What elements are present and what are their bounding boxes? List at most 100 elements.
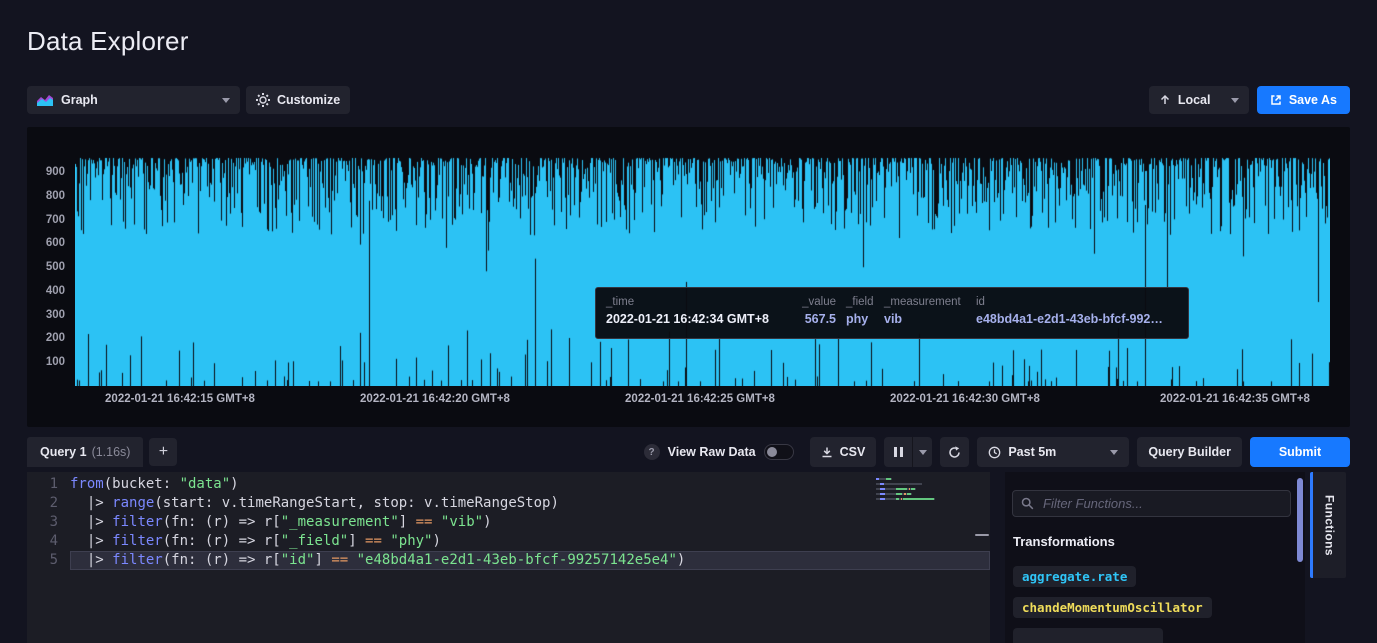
code-token: "phy" [390,533,432,549]
csv-download-button[interactable]: CSV [810,437,877,467]
query-builder-button[interactable]: Query Builder [1137,437,1242,467]
code-token: range [112,495,154,511]
x-tick-label: 2022-01-21 16:42:30 GMT+8 [890,393,1040,405]
code-token: (start: v.timeRangeStart, stop: v.timeRa… [154,495,559,511]
y-tick-label: 700 [27,213,65,227]
functions-list: aggregate.rate chandeMomentumOscillator [1013,566,1212,643]
tooltip-value: 567.5 [788,312,836,326]
code-token: |> [70,495,112,511]
flux-code-editor[interactable]: 1from(bucket: "data")2 |> range(start: v… [27,472,990,643]
view-raw-data-toggle[interactable] [764,444,794,460]
tooltip-column: _measurementvib [884,296,976,330]
y-tick-label: 300 [27,308,65,322]
functions-panel: Transformations aggregate.ratechandeMome… [1005,472,1305,643]
chevron-down-icon [222,98,230,103]
minimap-segment [885,493,896,495]
query-tab-label: Query 1 [40,445,87,459]
y-tick-label: 900 [27,165,65,179]
code-token: "_measurement" [281,514,399,530]
chart-canvas[interactable] [75,150,1330,386]
refresh-button[interactable] [940,437,969,467]
code-text: |> range(start: v.timeRangeStart, stop: … [70,494,990,513]
time-range-label: Past 5m [1008,445,1103,459]
code-token: ) [483,514,491,530]
page-title: Data Explorer [27,26,189,57]
pause-icon [894,447,903,457]
y-tick-label: 200 [27,331,65,345]
query-duration: (1.16s) [92,445,131,459]
save-as-button[interactable]: Save As [1257,86,1350,114]
clock-icon [988,446,1001,459]
timezone-dropdown[interactable]: Local [1149,86,1249,114]
submit-button[interactable]: Submit [1250,437,1350,467]
add-query-button[interactable]: + [149,438,177,466]
code-line[interactable]: 2 |> range(start: v.timeRangeStart, stop… [27,494,990,513]
code-line[interactable]: 3 |> filter(fn: (r) => r["_measurement"]… [27,513,990,532]
function-item-partial[interactable] [1013,628,1163,643]
help-icon[interactable]: ? [644,444,660,460]
code-token: (fn: (r) => r[ [163,533,281,549]
panel-resize-handle[interactable] [975,534,989,536]
query-tab[interactable]: Query 1 (1.16s) [27,437,143,467]
code-token: == [331,552,348,568]
tooltip-value: vib [884,312,976,326]
view-raw-data-label: View Raw Data [668,445,756,459]
x-tick-label: 2022-01-21 16:42:20 GMT+8 [360,393,510,405]
graph-type-dropdown[interactable]: Graph [27,86,240,114]
tab-functions[interactable]: Functions [1310,472,1346,578]
minimap-segment [911,493,912,495]
code-text: |> filter(fn: (r) => r["_measurement"] =… [70,513,990,532]
panel-scrollbar[interactable] [1297,478,1303,562]
tooltip-column: _time2022-01-21 16:42:34 GMT+8 [606,296,788,330]
x-tick-label: 2022-01-21 16:42:35 GMT+8 [1160,393,1310,405]
save-as-label: Save As [1289,93,1337,107]
search-icon [1021,497,1034,510]
chevron-down-icon [1231,98,1239,103]
minimap-segment [891,478,892,480]
function-item[interactable]: chandeMomentumOscillator [1013,597,1212,618]
code-token: filter [112,533,163,549]
minimap-segment [884,483,922,485]
code-line[interactable]: 1from(bucket: "data") [27,475,990,494]
code-token: "vib" [441,514,483,530]
code-line[interactable]: 5 |> filter(fn: (r) => r["id"] == "e48bd… [27,551,990,570]
x-axis-labels: 2022-01-21 16:42:15 GMT+82022-01-21 16:4… [27,393,1350,409]
code-token: from [70,476,104,492]
code-token: (fn: (r) => r[ [163,552,281,568]
code-token: "id" [281,552,315,568]
y-tick-label: 400 [27,284,65,298]
customize-label: Customize [277,93,340,107]
code-token: filter [112,552,163,568]
code-token: ] [399,514,416,530]
y-tick-label: 600 [27,236,65,250]
code-token: "e48bd4a1-e2d1-43eb-bfcf-99257142e5e4" [357,552,677,568]
customize-button[interactable]: Customize [246,86,350,114]
minimap-line [876,478,990,480]
code-line[interactable]: 4 |> filter(fn: (r) => r["_field"] == "p… [27,532,990,551]
pause-split-button [884,437,932,467]
minimap[interactable] [872,472,990,643]
code-token: (bucket: [104,476,180,492]
code-token: ] [314,552,331,568]
refresh-icon [948,446,961,459]
pause-options-button[interactable] [913,437,932,467]
y-tick-label: 500 [27,260,65,274]
time-range-dropdown[interactable]: Past 5m [977,437,1129,467]
pause-button[interactable] [884,437,913,467]
line-number: 4 [27,532,70,551]
tooltip-value: 2022-01-21 16:42:34 GMT+8 [606,312,788,326]
filter-functions-input[interactable] [1012,490,1291,517]
csv-label: CSV [840,445,866,459]
code-text: from(bucket: "data") [70,475,990,494]
tooltip-header: id [976,296,1178,308]
minimap-segment [885,498,896,500]
arrow-up-icon [1159,94,1171,106]
tooltip-header: _value [788,296,836,308]
tooltip-value: e48bd4a1-e2d1-43eb-bfcf-992… [976,312,1178,326]
line-number: 2 [27,494,70,513]
export-icon [1270,94,1282,106]
code-token: ) [433,533,441,549]
function-item[interactable]: aggregate.rate [1013,566,1136,587]
tooltip: _time2022-01-21 16:42:34 GMT+8_value 567.… [595,287,1189,339]
tooltip-column: id e48bd4a1-e2d1-43eb-bfcf-992… [976,296,1178,330]
